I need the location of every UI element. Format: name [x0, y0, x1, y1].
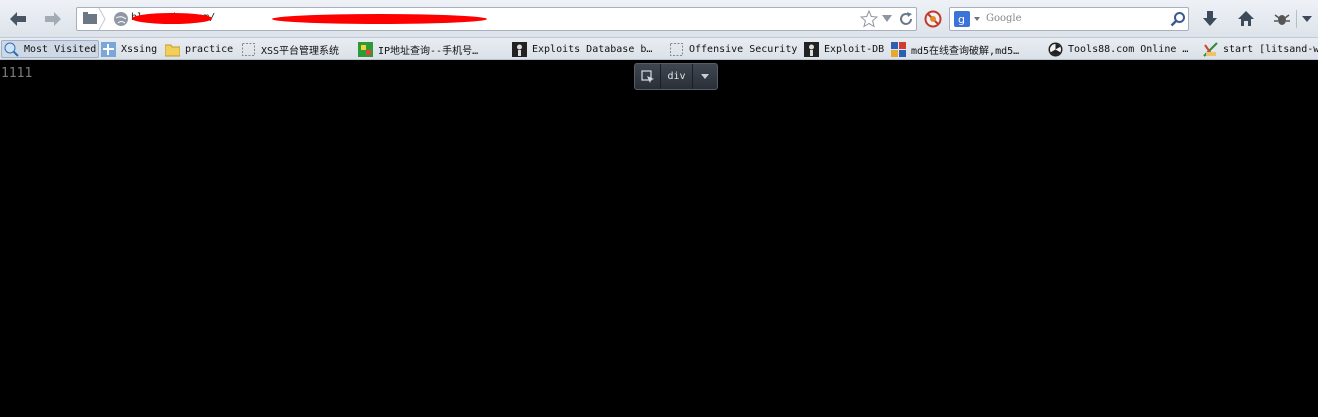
- bookmark-xss-platform[interactable]: XSS平台管理系统: [241, 40, 339, 58]
- bookmark-label: IP地址查询--手机号…: [378, 45, 479, 57]
- downloads-button[interactable]: [1199, 8, 1221, 30]
- bookmark-tools88[interactable]: Tools88.com Online …: [1048, 40, 1188, 58]
- bookmark-label: md5在线查询破解,md5…: [911, 45, 1020, 57]
- search-input[interactable]: Google: [986, 13, 1022, 24]
- wiki-icon: [1203, 41, 1218, 57]
- radiation-icon: [1048, 42, 1063, 57]
- bookmark-ip-lookup[interactable]: IP地址查询--手机号…: [358, 40, 478, 58]
- bookmark-offensive-security[interactable]: Offensive Security: [669, 40, 797, 58]
- bookmark-exploit-db[interactable]: Exploit-DB: [804, 40, 884, 58]
- home-button[interactable]: [1235, 8, 1257, 30]
- chevron-down-icon: [1302, 16, 1312, 22]
- menu-dropdown-button[interactable]: [1298, 8, 1316, 30]
- search-bar[interactable]: g Google: [949, 7, 1189, 31]
- bookmark-most-visited[interactable]: Most Visited: [1, 40, 100, 58]
- bookmark-label: Xssing: [121, 43, 158, 55]
- globe-search-icon: [4, 42, 19, 57]
- history-dropdown-icon[interactable]: [882, 15, 892, 23]
- bookmark-label: Exploit-DB: [824, 43, 885, 55]
- bug-icon: [1274, 14, 1290, 25]
- chevron-down-icon: [701, 73, 709, 79]
- blank-page-icon: [669, 42, 684, 57]
- search-icon[interactable]: [1170, 11, 1186, 27]
- bookmark-star-icon[interactable]: [860, 10, 878, 28]
- redaction-mark: [132, 13, 212, 24]
- navigation-toolbar: blog.sohu.com/ g Google: [0, 0, 1318, 38]
- toolbar-separator: [1296, 10, 1297, 28]
- bookmark-label: practice: [185, 43, 234, 55]
- bookmark-practice[interactable]: practice: [164, 40, 234, 58]
- folder-icon: [164, 42, 181, 57]
- blank-page-icon: [241, 42, 256, 57]
- home-icon: [1238, 11, 1254, 26]
- bookmark-exploits-database[interactable]: Exploits Database b…: [512, 40, 652, 58]
- url-bar[interactable]: blog.sohu.com/: [76, 7, 917, 31]
- adblock-icon: [924, 10, 942, 28]
- inspected-node-tag[interactable]: div: [661, 64, 693, 89]
- google-engine-icon[interactable]: g: [954, 11, 982, 27]
- bookmark-md5-lookup[interactable]: md5在线查询破解,md5…: [891, 40, 1019, 58]
- reload-icon[interactable]: [898, 11, 914, 27]
- inspect-picker-button[interactable]: [635, 64, 661, 89]
- exploit-db-icon: [512, 41, 527, 57]
- ip-icon: [358, 41, 373, 57]
- back-arrow-icon: [10, 12, 26, 26]
- forward-arrow-icon: [45, 12, 61, 26]
- bookmark-label: Exploits Database b…: [532, 43, 653, 55]
- bookmark-label: XSS平台管理系统: [261, 45, 340, 57]
- bookmark-xssing[interactable]: Xssing: [101, 40, 157, 58]
- redaction-mark: [272, 14, 487, 24]
- inspector-toolbar: div: [634, 63, 718, 90]
- inspector-dropdown-button[interactable]: [693, 64, 717, 89]
- forward-button[interactable]: [42, 8, 64, 30]
- adblock-button[interactable]: [922, 8, 944, 30]
- bookmark-label: start [litsand-w: [1223, 43, 1318, 55]
- exploit-db-icon: [804, 41, 819, 57]
- element-picker-icon: [640, 69, 654, 83]
- tab-groups-icon[interactable]: [77, 7, 113, 31]
- download-arrow-icon: [1203, 11, 1217, 26]
- md5-icon: [891, 41, 906, 57]
- bookmark-start-wiki[interactable]: start [litsand-w: [1203, 40, 1318, 58]
- addon-button[interactable]: [1271, 8, 1293, 30]
- svg-text:g: g: [958, 13, 965, 26]
- bookmark-label: Offensive Security: [689, 43, 798, 55]
- bookmark-label: Tools88.com Online …: [1068, 43, 1189, 55]
- bookmark-label: Most Visited: [24, 43, 97, 55]
- back-button[interactable]: [7, 8, 29, 30]
- bookmarks-toolbar: Most Visited Xssing practice XSS平台管理系统 I…: [0, 38, 1318, 60]
- page-content-text: 1111: [1, 66, 33, 81]
- xssing-icon: [101, 41, 116, 57]
- site-identity-icon[interactable]: [113, 11, 129, 27]
